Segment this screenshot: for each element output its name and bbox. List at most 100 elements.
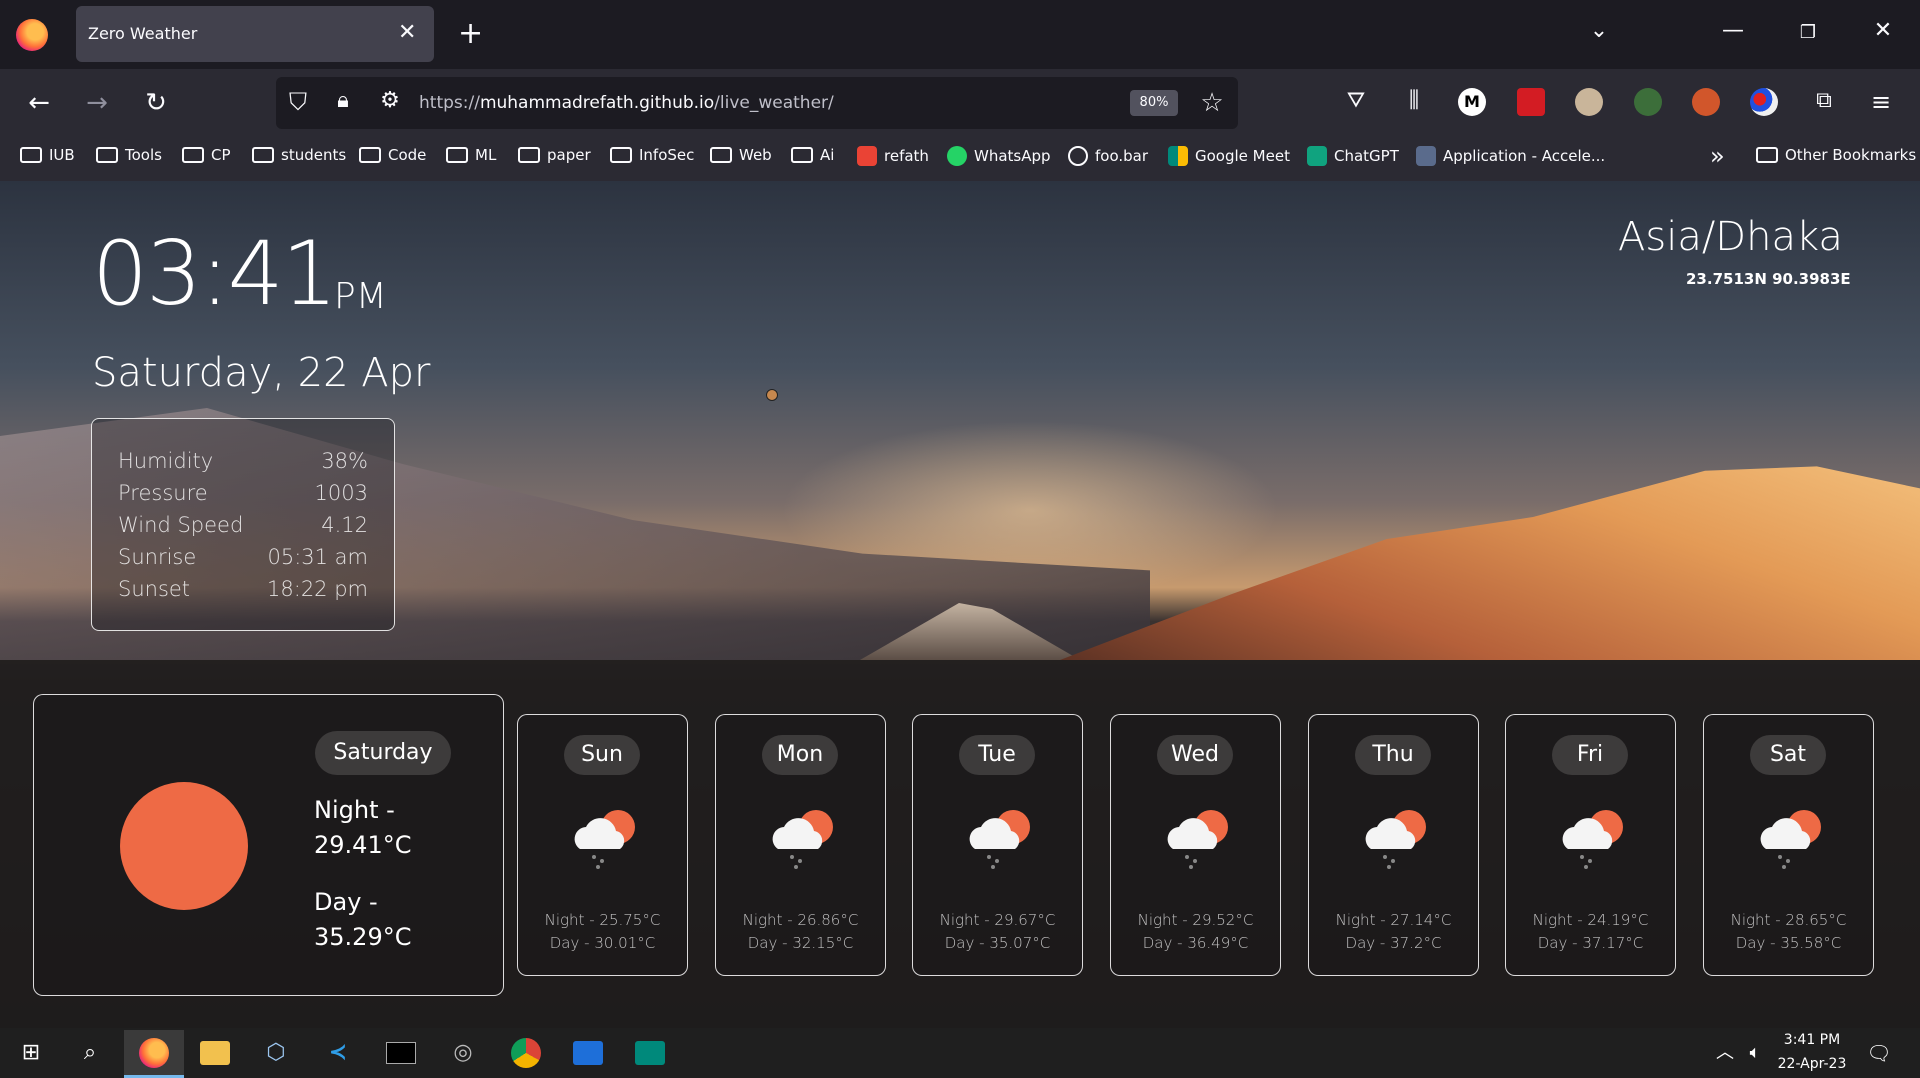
firefox-taskbar-icon[interactable] — [139, 1038, 169, 1068]
forward-icon[interactable]: → — [80, 88, 114, 118]
forecast-day-temp: Day - 32.15°C — [747, 934, 854, 952]
url-prefix: https:// — [419, 93, 480, 113]
tray-chevron-icon[interactable]: ︿ — [1710, 1038, 1740, 1068]
today-day-pill: Saturday — [315, 731, 451, 775]
bookmark-refath[interactable]: refath — [857, 146, 929, 166]
cloud-rain-sun-icon — [772, 810, 833, 869]
other-bookmarks[interactable]: Other Bookmarks — [1756, 146, 1916, 164]
forecast-day-pill: Thu — [1355, 735, 1431, 775]
restore-icon[interactable]: ❐ — [1793, 22, 1823, 43]
vscode-icon[interactable]: ≺ — [323, 1038, 353, 1068]
lock-icon[interactable]: 🔒︎ — [326, 88, 360, 113]
stat-value: 1003 — [314, 481, 368, 505]
folder-icon — [1756, 147, 1778, 163]
stat-value: 4.12 — [321, 513, 368, 537]
extensions-puzzle-icon[interactable]: ⧉ — [1807, 88, 1841, 113]
url-text[interactable]: https://muhammadrefath.github.io/live_we… — [419, 93, 834, 113]
forecast-card: Mon Night - 26.86°C Day - 32.15°C — [715, 714, 886, 976]
bookmark-folder-web[interactable]: Web — [710, 146, 772, 164]
colorpicker-extension-icon[interactable] — [1517, 88, 1545, 116]
google-meet-icon — [1168, 146, 1188, 166]
owl-extension-icon[interactable] — [1575, 88, 1603, 116]
bookmark-foo-bar[interactable]: foo.bar — [1068, 146, 1148, 166]
shield-icon[interactable]: ⛉ — [281, 88, 315, 116]
bookmark-folder-infosec[interactable]: InfoSec — [610, 146, 694, 164]
bookmark-whatsapp[interactable]: WhatsApp — [947, 146, 1051, 166]
more-bookmarks-chevron-icon[interactable]: » — [1710, 142, 1725, 170]
new-tab-icon[interactable]: + — [458, 16, 483, 51]
forecast-night-temp: Night - 26.86°C — [742, 911, 859, 929]
cloud-rain-sun-icon — [1365, 810, 1426, 869]
reload-icon[interactable]: ↻ — [139, 88, 173, 118]
forecast-card: Sun Night - 25.75°C Day - 30.01°C — [517, 714, 688, 976]
taskbar-clock-date[interactable]: 22-Apr-23 — [1770, 1056, 1854, 1072]
chatgpt-icon — [1307, 146, 1327, 166]
folder-icon — [182, 147, 204, 163]
list-all-tabs-icon[interactable]: ⌄ — [1584, 18, 1614, 43]
folder-icon — [359, 147, 381, 163]
flame-extension-icon[interactable] — [1692, 88, 1720, 116]
forecast-day-temp: Day - 30.01°C — [549, 934, 656, 952]
url-path: /live_weather/ — [714, 93, 834, 113]
bookmark-folder-students[interactable]: students — [252, 146, 346, 164]
search-icon[interactable]: ⌕ — [75, 1038, 105, 1068]
windows-start-icon[interactable]: ⊞ — [16, 1038, 46, 1068]
today-day-temp: 35.29°C — [314, 923, 412, 951]
clock-ampm: PM — [334, 276, 387, 317]
bookmark-label: IUB — [49, 146, 75, 164]
folder-icon — [791, 147, 813, 163]
bookmark-folder-iub[interactable]: IUB — [20, 146, 75, 164]
cloud-rain-sun-icon — [1167, 810, 1228, 869]
menu-hamburger-icon[interactable]: ≡ — [1864, 88, 1898, 116]
firefox-icon[interactable] — [16, 19, 48, 51]
volume-icon[interactable]: 🔈︎ — [1740, 1038, 1770, 1068]
back-icon[interactable]: ← — [22, 88, 56, 118]
close-window-icon[interactable]: ✕ — [1868, 18, 1898, 43]
bookmark-folder-code[interactable]: Code — [359, 146, 426, 164]
bookmark-folder-tools[interactable]: Tools — [96, 146, 162, 164]
m-extension-icon[interactable]: M — [1458, 88, 1486, 116]
bookmark-label: foo.bar — [1095, 147, 1149, 165]
bookmark-label: Other Bookmarks — [1785, 146, 1917, 164]
library-icon[interactable]: ⫼ — [1397, 88, 1431, 113]
forecast-day-temp: Day - 37.17°C — [1537, 934, 1644, 952]
minimize-icon[interactable]: — — [1718, 18, 1748, 43]
chrome-icon[interactable] — [511, 1038, 541, 1068]
stat-sunrise: Sunrise 05:31 am — [118, 545, 368, 569]
bookmark-application-accele[interactable]: Application - Accele... — [1416, 146, 1605, 166]
zoom-level-badge[interactable]: 80% — [1130, 90, 1178, 116]
notifications-icon[interactable]: 🗨︎ — [1864, 1038, 1894, 1068]
bookmark-label: students — [281, 146, 347, 164]
bookmark-folder-ml[interactable]: ML — [446, 146, 496, 164]
close-tab-icon[interactable]: ✕ — [398, 20, 416, 45]
bookmark-label: InfoSec — [639, 146, 695, 164]
forecast-night-temp: Night - 28.65°C — [1730, 911, 1847, 929]
bookmark-label: Tools — [125, 146, 162, 164]
bookmark-label: ML — [475, 146, 497, 164]
taskbar-clock-time[interactable]: 3:41 PM — [1776, 1032, 1848, 1048]
permissions-icon[interactable]: ⚙ — [373, 88, 407, 113]
green-extension-icon[interactable] — [1634, 88, 1662, 116]
google-meet-taskbar-icon[interactable] — [635, 1041, 665, 1065]
bookmark-google-meet[interactable]: Google Meet — [1168, 146, 1290, 166]
pocket-icon[interactable]: ⛛ — [1339, 88, 1373, 113]
bookmark-label: Web — [739, 146, 772, 164]
virtualbox-icon[interactable]: ⬡ — [261, 1038, 291, 1068]
bookmark-folder-ai[interactable]: Ai — [791, 146, 834, 164]
cloud-rain-sun-icon — [1760, 810, 1821, 869]
bookmark-star-icon[interactable]: ☆ — [1195, 88, 1229, 118]
mail-icon[interactable] — [573, 1041, 603, 1065]
forecast-card: Thu Night - 27.14°C Day - 37.2°C — [1308, 714, 1479, 976]
timezone: Asia/Dhaka — [1618, 214, 1843, 260]
file-explorer-icon[interactable] — [200, 1041, 230, 1065]
stat-value: 18:22 pm — [267, 577, 368, 601]
dots-extension-icon[interactable] — [1750, 88, 1778, 116]
rocket-icon — [1416, 146, 1436, 166]
bookmark-folder-paper[interactable]: paper — [518, 146, 591, 164]
obs-icon[interactable]: ◎ — [448, 1038, 478, 1068]
bookmark-chatgpt[interactable]: ChatGPT — [1307, 146, 1399, 166]
folder-icon — [252, 147, 274, 163]
forecast-card: Wed Night - 29.52°C Day - 36.49°C — [1110, 714, 1281, 976]
terminal-icon[interactable] — [386, 1042, 416, 1064]
bookmark-folder-cp[interactable]: CP — [182, 146, 231, 164]
